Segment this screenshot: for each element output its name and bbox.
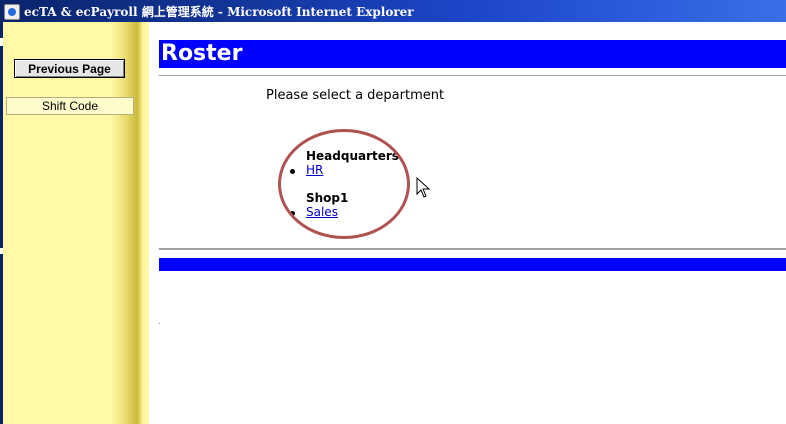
title-banner: Roster: [159, 40, 786, 68]
group-heading-headquarters: Headquarters: [306, 149, 399, 163]
page-title: Roster: [161, 41, 243, 66]
previous-page-button[interactable]: Previous Page: [14, 59, 125, 78]
department-prompt: Please select a department: [266, 88, 445, 103]
window-title-bar: ecTA & ecPayroll 網上管理系統 - Microsoft Inte…: [0, 0, 786, 22]
divider: [159, 248, 786, 250]
window-title: ecTA & ecPayroll 網上管理系統 - Microsoft Inte…: [24, 5, 414, 19]
internet-explorer-icon: [4, 4, 20, 20]
footer-bar: [159, 258, 786, 271]
shift-code-menu-item[interactable]: Shift Code: [6, 97, 134, 115]
mouse-cursor-icon: [416, 177, 431, 198]
department-link-hr[interactable]: HR: [306, 163, 323, 177]
divider: [159, 75, 786, 77]
department-link-sales[interactable]: Sales: [306, 205, 338, 219]
main-content: Roster Please select a department Headqu…: [149, 22, 786, 424]
stray-pixel: [159, 323, 160, 324]
bullet-icon: [290, 169, 295, 174]
bullet-icon: [290, 211, 295, 216]
left-sidebar: Previous Page Shift Code: [3, 22, 149, 424]
group-heading-shop1: Shop1: [306, 191, 349, 205]
